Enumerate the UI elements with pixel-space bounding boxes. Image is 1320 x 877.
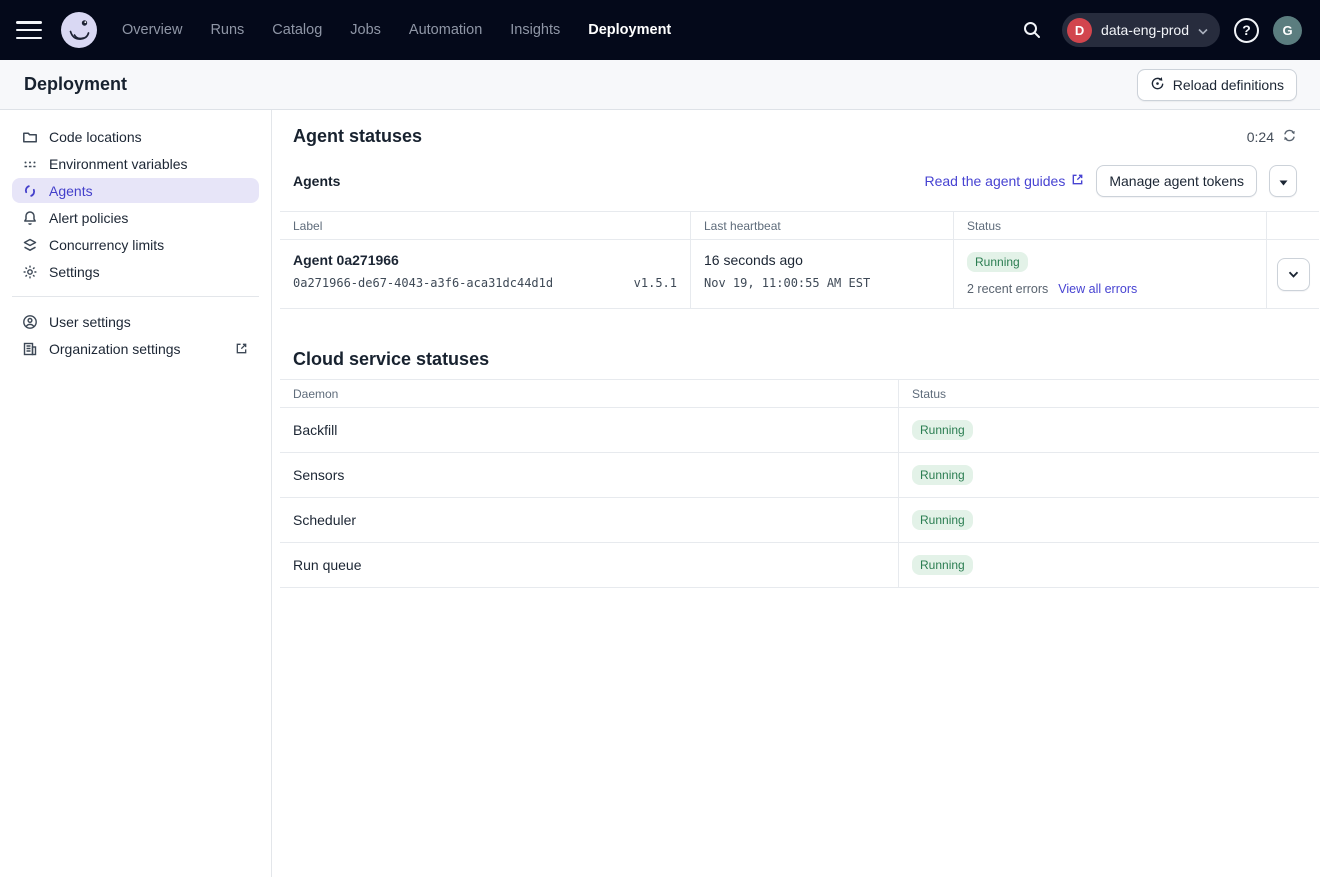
external-link-icon xyxy=(1071,173,1084,189)
nav-item-catalog[interactable]: Catalog xyxy=(272,22,322,38)
nav-item-automation[interactable]: Automation xyxy=(409,22,482,38)
search-icon[interactable] xyxy=(1016,14,1048,46)
daemon-status-badge: Running xyxy=(912,555,973,575)
daemon-name: Run queue xyxy=(280,543,899,588)
deployment-name: data-eng-prod xyxy=(1101,22,1189,38)
gear-icon xyxy=(22,264,38,280)
agents-section-label: Agents xyxy=(293,173,340,189)
nav-item-overview[interactable]: Overview xyxy=(122,22,182,38)
daemon-status-badge: Running xyxy=(912,420,973,440)
daemon-status-badge: Running xyxy=(912,510,973,530)
recent-errors-count: 2 recent errors xyxy=(967,282,1048,296)
column-header-status: Status xyxy=(954,211,1267,240)
daemon-status-cell: Running xyxy=(899,498,1319,543)
deployment-sidebar: Code locations Environment variables xyxy=(0,110,272,877)
sidebar-item-organization-settings[interactable]: Organization settings xyxy=(12,336,259,361)
chevron-down-icon xyxy=(1198,22,1208,38)
daemon-status-cell: Running xyxy=(899,453,1319,498)
top-navigation-bar: Overview Runs Catalog Jobs Automation In… xyxy=(0,0,1320,60)
manage-agent-tokens-button[interactable]: Manage agent tokens xyxy=(1096,165,1257,197)
daemon-name: Sensors xyxy=(280,453,899,498)
daemon-name: Backfill xyxy=(280,408,899,453)
user-icon xyxy=(22,314,38,330)
agents-more-actions-button[interactable] xyxy=(1269,165,1297,197)
column-header-daemon: Daemon xyxy=(280,379,899,408)
sidebar-item-environment-variables[interactable]: Environment variables xyxy=(12,151,259,176)
agent-version: v1.5.1 xyxy=(634,276,677,290)
main-content: Agent statuses 0:24 Agents Read the agen… xyxy=(272,110,1320,877)
agents-table: Label Last heartbeat Status Agent 0a2719… xyxy=(280,211,1320,309)
refresh-countdown: 0:24 xyxy=(1247,128,1297,146)
page-title: Deployment xyxy=(24,74,127,95)
variables-icon xyxy=(22,156,38,172)
sidebar-item-concurrency-limits[interactable]: Concurrency limits xyxy=(12,232,259,257)
layers-icon xyxy=(22,237,38,253)
daemon-status-cell: Running xyxy=(899,408,1319,453)
bell-icon xyxy=(22,210,38,226)
sidebar-item-settings[interactable]: Settings xyxy=(12,259,259,284)
deployment-switcher[interactable]: D data-eng-prod xyxy=(1062,13,1220,47)
heartbeat-timestamp: Nov 19, 11:00:55 AM EST xyxy=(704,276,940,290)
reload-icon xyxy=(1150,76,1165,94)
reload-definitions-button[interactable]: Reload definitions xyxy=(1137,69,1297,101)
daemon-status-badge: Running xyxy=(912,465,973,485)
sidebar-divider xyxy=(12,296,259,297)
user-avatar[interactable]: G xyxy=(1273,16,1302,45)
nav-item-insights[interactable]: Insights xyxy=(510,22,560,38)
organization-icon xyxy=(22,341,38,357)
dagster-logo-icon[interactable] xyxy=(60,11,98,49)
agent-id: 0a271966-de67-4043-a3f6-aca31dc44d1d xyxy=(293,276,553,290)
sidebar-item-alert-policies[interactable]: Alert policies xyxy=(12,205,259,230)
cloud-services-table: Daemon Status Backfill Running Sensors R… xyxy=(280,379,1320,588)
sidebar-item-user-settings[interactable]: User settings xyxy=(12,309,259,334)
agent-expand-button[interactable] xyxy=(1277,258,1310,291)
agent-guides-link[interactable]: Read the agent guides xyxy=(924,173,1084,189)
agent-label-cell: Agent 0a271966 0a271966-de67-4043-a3f6-a… xyxy=(280,240,691,309)
sidebar-item-code-locations[interactable]: Code locations xyxy=(12,124,259,149)
external-link-icon xyxy=(233,341,249,357)
agent-status-badge: Running xyxy=(967,252,1028,272)
agent-heartbeat-cell: 16 seconds ago Nov 19, 11:00:55 AM EST xyxy=(691,240,954,309)
view-all-errors-link[interactable]: View all errors xyxy=(1058,282,1137,296)
daemon-name: Scheduler xyxy=(280,498,899,543)
deployment-badge: D xyxy=(1067,18,1092,43)
primary-nav: Overview Runs Catalog Jobs Automation In… xyxy=(122,22,671,38)
column-header-actions xyxy=(1267,211,1319,240)
agent-actions-cell xyxy=(1267,240,1319,309)
menu-icon[interactable] xyxy=(16,21,42,39)
agent-name: Agent 0a271966 xyxy=(293,252,677,268)
page-header: Deployment Reload definitions xyxy=(0,60,1320,110)
cloud-service-statuses-title: Cloud service statuses xyxy=(293,349,1297,370)
daemon-status-cell: Running xyxy=(899,543,1319,588)
caret-down-icon xyxy=(1279,173,1288,189)
heartbeat-relative: 16 seconds ago xyxy=(704,252,940,268)
nav-item-runs[interactable]: Runs xyxy=(210,22,244,38)
nav-item-jobs[interactable]: Jobs xyxy=(350,22,381,38)
sidebar-item-agents[interactable]: Agents xyxy=(12,178,259,203)
agent-status-cell: Running 2 recent errors View all errors xyxy=(954,240,1267,309)
column-header-label: Label xyxy=(280,211,691,240)
agent-statuses-title: Agent statuses xyxy=(293,126,422,147)
nav-item-deployment[interactable]: Deployment xyxy=(588,22,671,38)
refresh-icon[interactable] xyxy=(1282,128,1297,146)
column-header-heartbeat: Last heartbeat xyxy=(691,211,954,240)
column-header-daemon-status: Status xyxy=(899,379,1319,408)
countdown-value: 0:24 xyxy=(1247,129,1274,145)
agent-icon xyxy=(22,183,38,199)
help-icon[interactable]: ? xyxy=(1234,18,1259,43)
folder-icon xyxy=(22,129,38,145)
